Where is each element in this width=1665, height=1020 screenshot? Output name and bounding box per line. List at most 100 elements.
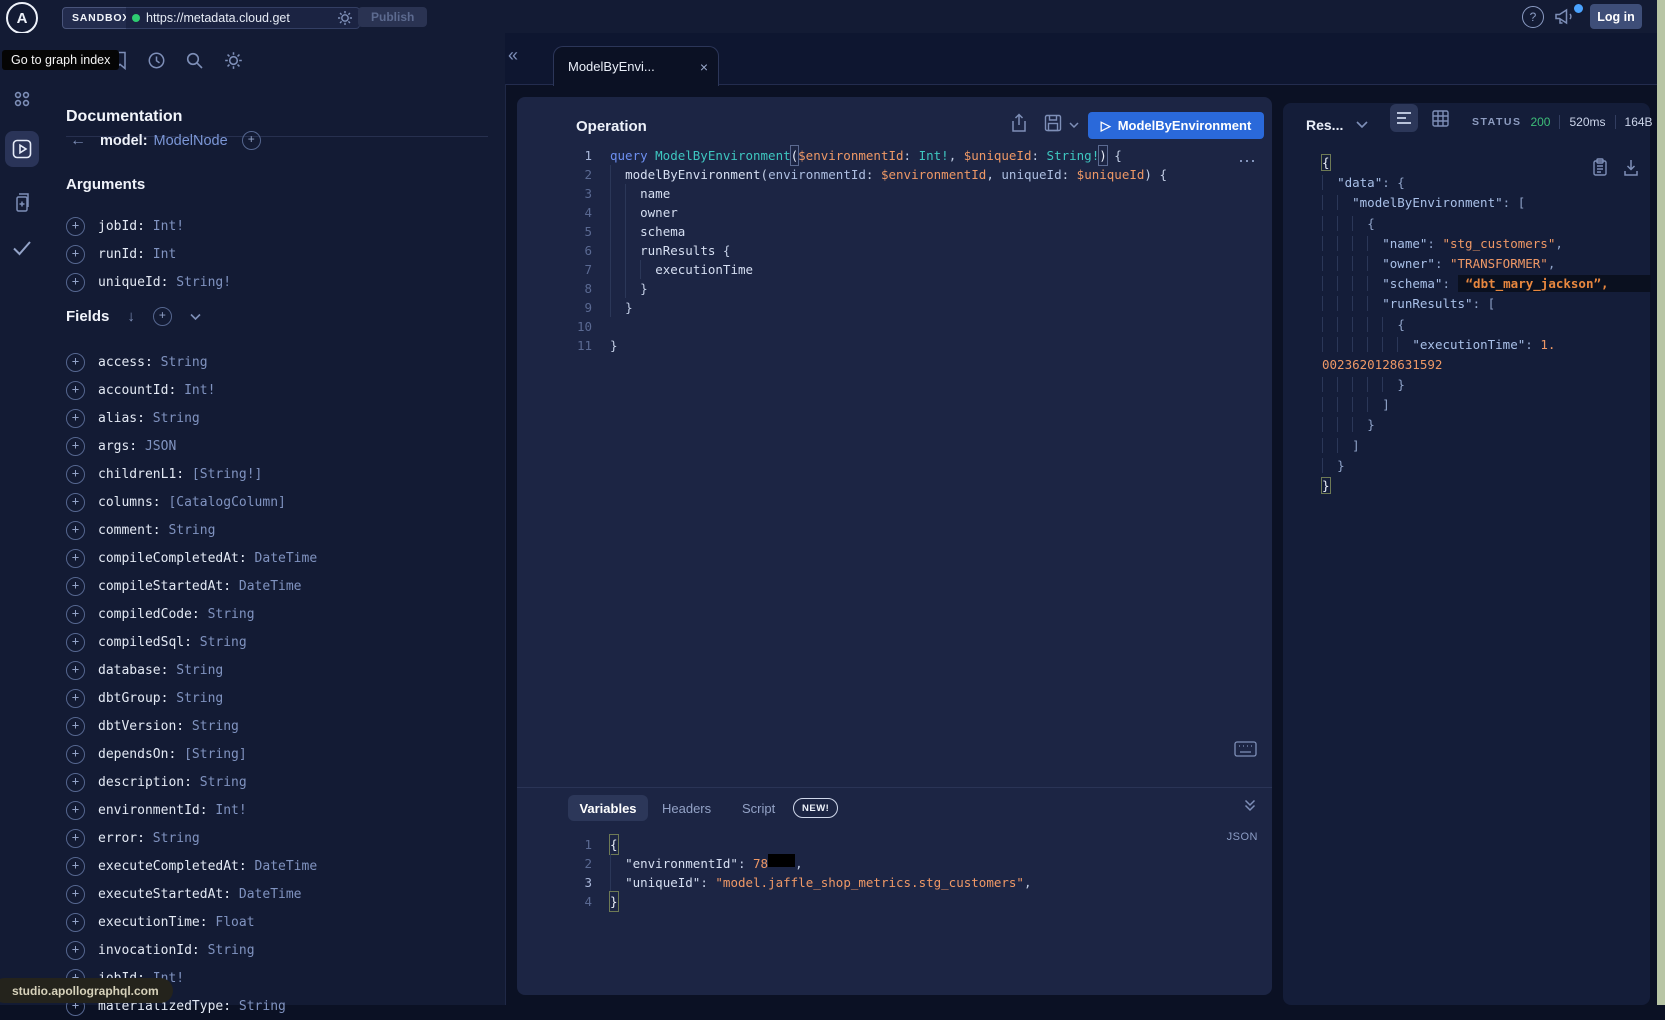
- field-name[interactable]: args: JSON: [98, 439, 176, 454]
- field-name[interactable]: description: String: [98, 775, 247, 790]
- field-type[interactable]: String: [208, 607, 255, 622]
- field-name[interactable]: alias: String: [98, 411, 200, 426]
- field-type[interactable]: String: [176, 691, 223, 706]
- add-field-icon[interactable]: +: [66, 717, 85, 736]
- nav-schema-pages-icon[interactable]: [13, 191, 33, 215]
- history-clock-icon[interactable]: [147, 51, 166, 70]
- field-type[interactable]: String: [200, 635, 247, 650]
- field-name[interactable]: compileStartedAt: DateTime: [98, 579, 302, 594]
- field-name[interactable]: childrenL1: [String!]: [98, 467, 262, 482]
- field-type[interactable]: String: [161, 355, 208, 370]
- add-field-icon[interactable]: +: [66, 605, 85, 624]
- add-field-icon[interactable]: +: [66, 689, 85, 708]
- back-arrow-icon[interactable]: ←: [70, 132, 86, 150]
- graph-index-icon[interactable]: [12, 89, 32, 109]
- add-all-fields-icon[interactable]: +: [153, 307, 172, 326]
- field-type[interactable]: Int!: [153, 219, 184, 234]
- field-name[interactable]: access: String: [98, 355, 208, 370]
- response-body[interactable]: { "data": { "modelByEnvironment": [ { "n…: [1322, 153, 1642, 496]
- field-name[interactable]: runId: Int: [98, 247, 176, 262]
- add-field-icon[interactable]: +: [66, 829, 85, 848]
- field-name[interactable]: executionTime: Float: [98, 915, 255, 930]
- field-name[interactable]: dbtGroup: String: [98, 691, 223, 706]
- add-field-icon[interactable]: +: [66, 217, 85, 236]
- field-type[interactable]: DateTime: [255, 859, 318, 874]
- help-button[interactable]: ?: [1522, 6, 1544, 28]
- field-type[interactable]: String: [153, 831, 200, 846]
- field-type[interactable]: String: [192, 719, 239, 734]
- add-field-icon[interactable]: +: [66, 493, 85, 512]
- field-name[interactable]: compileCompletedAt: DateTime: [98, 551, 317, 566]
- sort-down-arrow-icon[interactable]: ↓: [127, 308, 135, 325]
- field-name[interactable]: error: String: [98, 831, 200, 846]
- field-type[interactable]: String: [176, 663, 223, 678]
- response-view-table-icon[interactable]: [1432, 110, 1449, 127]
- field-type[interactable]: Int!: [184, 383, 215, 398]
- endpoint-url-text[interactable]: https://metadata.cloud.get: [146, 11, 331, 25]
- field-type[interactable]: DateTime: [255, 551, 318, 566]
- close-tab-icon[interactable]: ×: [700, 59, 708, 75]
- field-name[interactable]: environmentId: Int!: [98, 803, 247, 818]
- field-type[interactable]: JSON: [145, 439, 176, 454]
- field-name[interactable]: comment: String: [98, 523, 215, 538]
- field-name[interactable]: database: String: [98, 663, 223, 678]
- add-field-icon[interactable]: +: [66, 913, 85, 932]
- tab-headers[interactable]: Headers: [662, 801, 711, 816]
- add-field-icon[interactable]: +: [66, 465, 85, 484]
- field-name[interactable]: dependsOn: [String]: [98, 747, 247, 762]
- field-type[interactable]: DateTime: [239, 579, 302, 594]
- tab-variables[interactable]: Variables: [568, 795, 648, 821]
- add-field-icon[interactable]: +: [66, 633, 85, 652]
- field-name[interactable]: compiledCode: String: [98, 607, 255, 622]
- add-field-icon[interactable]: +: [66, 745, 85, 764]
- field-type[interactable]: [CatalogColumn]: [168, 495, 285, 510]
- keyboard-shortcuts-icon[interactable]: [1234, 741, 1257, 757]
- field-type[interactable]: String: [153, 411, 200, 426]
- field-name[interactable]: compiledSql: String: [98, 635, 247, 650]
- operation-editor[interactable]: 1query ModelByEnvironment($environmentId…: [544, 146, 1268, 355]
- settings-gear-icon[interactable]: [224, 51, 243, 70]
- add-field-icon[interactable]: +: [66, 549, 85, 568]
- field-name[interactable]: executeStartedAt: DateTime: [98, 887, 302, 902]
- apollo-logo[interactable]: A: [6, 2, 38, 34]
- add-field-icon[interactable]: +: [66, 661, 85, 680]
- field-type[interactable]: Int: [153, 247, 176, 262]
- field-type[interactable]: Float: [215, 915, 254, 930]
- save-chevron-down-icon[interactable]: [1069, 122, 1079, 129]
- publish-button[interactable]: Publish: [358, 7, 427, 27]
- variables-editor[interactable]: 1{2 "environmentId": 78,3 "uniqueId": "m…: [544, 835, 1268, 911]
- add-type-icon[interactable]: +: [242, 131, 261, 150]
- endpoint-url-input[interactable]: https://metadata.cloud.get: [126, 7, 360, 29]
- tab-script[interactable]: Script: [742, 801, 775, 816]
- run-operation-button[interactable]: ▷ ModelByEnvironment: [1088, 112, 1264, 139]
- field-name[interactable]: dbtVersion: String: [98, 719, 239, 734]
- field-type[interactable]: String: [200, 775, 247, 790]
- field-name[interactable]: invocationId: String: [98, 943, 255, 958]
- add-field-icon[interactable]: +: [66, 437, 85, 456]
- add-field-icon[interactable]: +: [66, 773, 85, 792]
- field-name[interactable]: executeCompletedAt: DateTime: [98, 859, 317, 874]
- add-field-icon[interactable]: +: [66, 885, 85, 904]
- response-chevron-down-icon[interactable]: [1356, 121, 1368, 129]
- field-name[interactable]: accountId: Int!: [98, 383, 215, 398]
- login-button[interactable]: Log in: [1590, 4, 1642, 29]
- endpoint-settings-gear-icon[interactable]: [337, 10, 353, 26]
- field-type[interactable]: String: [168, 523, 215, 538]
- save-icon[interactable]: [1044, 113, 1062, 133]
- field-type[interactable]: DateTime: [239, 887, 302, 902]
- search-icon[interactable]: [185, 51, 204, 70]
- add-field-icon[interactable]: +: [66, 381, 85, 400]
- add-field-icon[interactable]: +: [66, 409, 85, 428]
- collapse-variables-double-chevron-icon[interactable]: [1244, 799, 1256, 812]
- field-type[interactable]: Int!: [215, 803, 246, 818]
- add-field-icon[interactable]: +: [66, 273, 85, 292]
- add-field-icon[interactable]: +: [66, 353, 85, 372]
- share-icon[interactable]: [1010, 113, 1028, 133]
- operation-tab[interactable]: ModelByEnvi... ×: [553, 46, 719, 86]
- field-type[interactable]: String: [239, 999, 286, 1014]
- add-field-icon[interactable]: +: [66, 245, 85, 264]
- add-field-icon[interactable]: +: [66, 577, 85, 596]
- field-name[interactable]: uniqueId: String!: [98, 275, 231, 290]
- field-type[interactable]: String: [208, 943, 255, 958]
- add-field-icon[interactable]: +: [66, 801, 85, 820]
